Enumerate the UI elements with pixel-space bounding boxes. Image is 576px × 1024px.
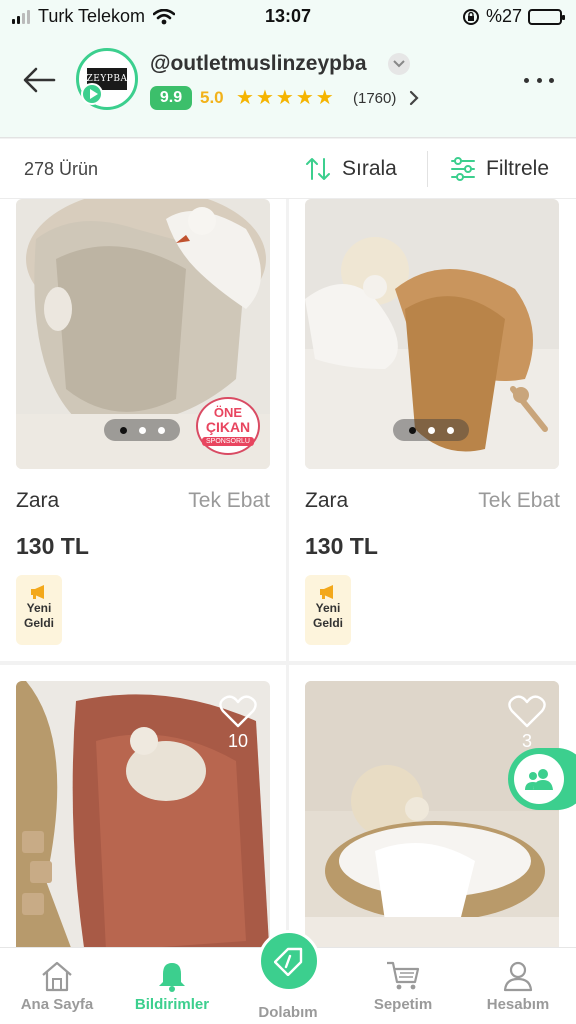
- new-arrival-badge: Yeni Geldi: [16, 575, 62, 645]
- product-brand: Zara: [16, 489, 60, 512]
- image-carousel-dots[interactable]: [393, 419, 469, 441]
- product-photo[interactable]: ÖNE ÇIKAN SPONSORLU: [16, 199, 270, 469]
- image-carousel-dots[interactable]: [104, 419, 180, 441]
- product-card[interactable]: ÖNE ÇIKAN SPONSORLU Zara Tek Ebat 130 TL…: [0, 199, 286, 661]
- like-button[interactable]: 3: [507, 695, 547, 752]
- play-icon[interactable]: [81, 83, 103, 105]
- store-avatar[interactable]: ZEYPBA: [76, 48, 138, 110]
- star-icon: ★: [275, 87, 294, 109]
- home-icon: [42, 961, 72, 992]
- rating-count[interactable]: (1760): [353, 90, 396, 107]
- product-brand: Zara: [305, 489, 349, 512]
- sort-button[interactable]: Sırala: [304, 153, 397, 185]
- bell-icon: [159, 963, 185, 992]
- tag-icon: [274, 947, 303, 976]
- status-bar: Turk Telekom 13:07 %27: [0, 0, 576, 34]
- nav-cart-label: Sepetim: [373, 996, 433, 1013]
- screen: Turk Telekom 13:07 %27 ZEYPBA @outletmus…: [0, 0, 576, 1024]
- sponsored-line1: ÖNE: [213, 405, 243, 420]
- product-photo[interactable]: [305, 199, 559, 469]
- heart-icon: [219, 695, 257, 728]
- heart-icon: [508, 695, 546, 728]
- seller-score-badge: 9.9: [150, 86, 192, 110]
- product-card[interactable]: 10: [0, 665, 286, 947]
- product-grid: ÖNE ÇIKAN SPONSORLU Zara Tek Ebat 130 TL…: [0, 199, 576, 947]
- back-arrow-icon[interactable]: [20, 64, 60, 96]
- nav-notifications[interactable]: Bildirimler: [122, 960, 222, 1013]
- sort-label: Sırala: [342, 157, 397, 180]
- star-icon: ★: [295, 87, 314, 109]
- new-badge-line1: Yeni: [315, 601, 341, 615]
- megaphone-icon: [320, 585, 333, 599]
- sponsored-line3: SPONSORLU: [202, 437, 254, 446]
- nav-cart[interactable]: Sepetim: [353, 960, 453, 1013]
- nav-account-label: Hesabım: [486, 996, 550, 1013]
- star-icon: ★: [315, 87, 334, 109]
- megaphone-icon: [31, 585, 44, 599]
- user-icon: [503, 961, 533, 992]
- star-icon: ★: [255, 87, 274, 109]
- rating-stars: ★ ★ ★ ★ ★: [236, 87, 334, 109]
- rating-value: 5.0: [200, 88, 224, 107]
- new-arrival-badge: Yeni Geldi: [305, 575, 351, 645]
- new-badge-line2: Geldi: [312, 616, 343, 630]
- product-photo[interactable]: 10: [16, 681, 270, 947]
- sponsored-line2: ÇIKAN: [205, 419, 251, 435]
- nav-closet-button[interactable]: [258, 930, 320, 992]
- list-toolbar: 278 Ürün Sırala Filtrele: [0, 139, 576, 199]
- cart-icon: [387, 961, 420, 990]
- nav-closet-label[interactable]: Dolabım: [238, 1004, 338, 1021]
- rotation-lock-icon: [462, 8, 479, 25]
- toolbar-divider: [427, 151, 428, 187]
- product-price: 130 TL: [16, 533, 89, 559]
- battery-percent: %27: [485, 6, 522, 26]
- store-header: ZEYPBA @outletmuslinzeypba 9.9 5.0 ★ ★ ★ ★ ★…: [0, 34, 576, 138]
- nav-notifications-label: Bildirimler: [134, 996, 210, 1013]
- nav-home[interactable]: Ana Sayfa: [7, 960, 107, 1013]
- product-photo[interactable]: 3: [305, 681, 559, 947]
- product-card[interactable]: Zara Tek Ebat 130 TL Yeni Geldi: [289, 199, 576, 661]
- new-badge-line2: Geldi: [23, 616, 54, 630]
- chevron-down-icon[interactable]: [388, 53, 410, 75]
- more-options-icon[interactable]: [524, 70, 554, 90]
- sponsored-badge: ÖNE ÇIKAN SPONSORLU: [196, 397, 260, 455]
- star-icon: ★: [236, 87, 254, 109]
- filter-icon: [451, 157, 475, 181]
- filter-label: Filtrele: [486, 157, 550, 180]
- store-name[interactable]: @outletmuslinzeypba: [150, 52, 367, 76]
- product-price: 130 TL: [305, 533, 378, 559]
- like-button[interactable]: 10: [218, 695, 258, 752]
- filter-button[interactable]: Filtrele: [450, 153, 549, 185]
- community-button[interactable]: [508, 748, 576, 810]
- bottom-navigation: Ana Sayfa Bildirimler Dolabım Sepetim He…: [0, 930, 576, 1024]
- battery-icon: [528, 8, 565, 25]
- status-right: %27: [462, 6, 565, 27]
- sort-icon: [306, 158, 330, 180]
- new-badge-line1: Yeni: [26, 601, 52, 615]
- users-icon: [525, 769, 553, 790]
- nav-home-label: Ana Sayfa: [20, 996, 94, 1013]
- product-size: Tek Ebat: [188, 489, 270, 512]
- nav-account[interactable]: Hesabım: [468, 960, 568, 1013]
- like-count: 10: [227, 731, 249, 751]
- chevron-right-icon[interactable]: [408, 89, 420, 107]
- product-size: Tek Ebat: [478, 489, 560, 512]
- product-count: 278 Ürün: [24, 159, 99, 179]
